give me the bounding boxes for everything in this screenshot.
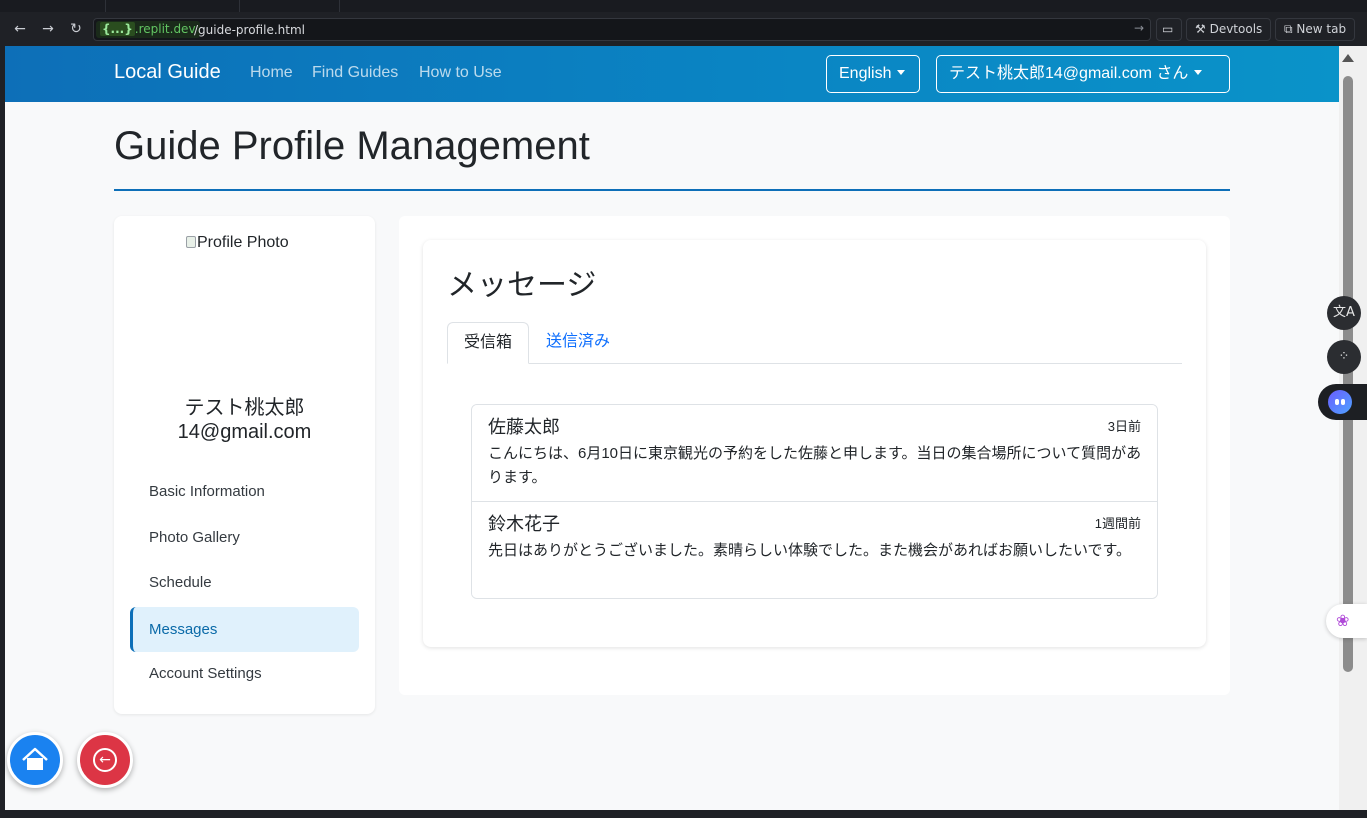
address-bar[interactable]: {...} .replit.dev /guide-profile.html → [93, 18, 1151, 41]
sidebar-item-schedule[interactable]: Schedule [130, 560, 359, 605]
language-dropdown[interactable]: English [826, 55, 920, 93]
broken-image-icon [186, 236, 196, 248]
scrollbar-thumb[interactable] [1343, 76, 1353, 672]
chevron-down-icon [1194, 70, 1203, 75]
navbar: Local Guide Home Find Guides How to Use … [5, 46, 1339, 102]
back-button[interactable]: ← [77, 732, 133, 788]
language-label: English [839, 65, 892, 82]
assistant-widget[interactable] [1318, 384, 1367, 420]
message-time: 1週間前 [1094, 516, 1141, 531]
message-time: 3日前 [1107, 419, 1141, 434]
profile-name-line1: テスト桃太郎 [184, 397, 305, 419]
new-tab-label: New tab [1296, 22, 1347, 36]
address-path: /guide-profile.html [194, 23, 305, 37]
tab-sent[interactable]: 送信済み [530, 322, 626, 364]
assistant-icon [1328, 390, 1352, 414]
address-host: {...} .replit.dev [96, 21, 200, 38]
browser-tab[interactable] [0, 0, 106, 12]
profile-photo-alt: Profile Photo [197, 234, 289, 251]
sidebar-item-account-settings[interactable]: Account Settings [130, 651, 359, 696]
go-arrow-icon[interactable]: → [1134, 21, 1144, 35]
nav-link-how-to-use[interactable]: How to Use [419, 64, 502, 82]
user-dropdown[interactable]: テスト桃太郎14@gmail.com さん [936, 55, 1230, 93]
home-icon [22, 747, 48, 770]
message-body: 先日はありがとうございました。素晴らしい体験でした。また機会があればお願いしたい… [488, 542, 1132, 559]
sidebar-item-photo-gallery[interactable]: Photo Gallery [130, 515, 359, 560]
message-sender: 佐藤太郎 [488, 417, 560, 437]
profile-name: テスト桃太郎 14@gmail.com [114, 396, 375, 444]
profile-photo: Profile Photo [186, 234, 289, 252]
message-list: 佐藤太郎 3日前 こんにちは、6月10日に東京観光の予約をした佐藤と申します。当… [471, 404, 1158, 599]
reload-icon[interactable]: ↻ [67, 20, 85, 38]
sidebar-item-basic-information[interactable]: Basic Information [130, 469, 359, 514]
profile-name-line2: 14@gmail.com [177, 421, 312, 443]
title-divider [114, 189, 1230, 191]
page-scrollbar[interactable] [1339, 46, 1367, 818]
profile-sidebar: Profile Photo テスト桃太郎 14@gmail.com Basic … [114, 216, 375, 714]
messages-title: メッセージ [447, 269, 597, 302]
new-tab-button[interactable]: ⧉ New tab [1275, 18, 1356, 41]
navbar-brand[interactable]: Local Guide [114, 61, 221, 84]
nav-link-home[interactable]: Home [250, 64, 293, 82]
screen-icon[interactable]: ▭ [1156, 18, 1182, 41]
messages-card: メッセージ 受信箱 送信済み 佐藤太郎 3日前 こんにちは、6月10日に東京観光… [423, 240, 1206, 647]
devtools-button[interactable]: ⚒ Devtools [1186, 18, 1272, 41]
page-title: Guide Profile Management [114, 124, 590, 168]
browser-toolbar: ← → ↻ {...} .replit.dev /guide-profile.ht… [0, 12, 1367, 46]
devtools-label: Devtools [1209, 22, 1263, 36]
message-item[interactable]: 鈴木花子 1週間前 先日はありがとうございました。素晴らしい体験でした。また機会… [472, 501, 1157, 598]
home-button[interactable] [7, 732, 63, 788]
message-body: こんにちは、6月10日に東京観光の予約をした佐藤と申します。当日の集合場所につい… [488, 445, 1142, 486]
nav-link-find-guides[interactable]: Find Guides [312, 64, 398, 82]
scroll-up-icon[interactable] [1342, 54, 1354, 62]
browser-tab[interactable] [106, 0, 240, 12]
apps-icon[interactable]: ⁘ [1327, 340, 1361, 374]
main-panel: メッセージ 受信箱 送信済み 佐藤太郎 3日前 こんにちは、6月10日に東京観光… [399, 216, 1230, 695]
browser-tab[interactable] [240, 0, 340, 12]
arrow-left-icon: ← [93, 748, 117, 772]
user-label: テスト桃太郎14@gmail.com さん [949, 65, 1189, 82]
window-bottom-edge [0, 810, 1367, 818]
page-viewport: Local Guide Home Find Guides How to Use … [5, 46, 1339, 810]
tab-inbox[interactable]: 受信箱 [447, 322, 530, 364]
brain-icon[interactable]: ❀ [1326, 604, 1367, 638]
translate-icon[interactable]: 文A [1327, 296, 1361, 330]
forward-nav-icon[interactable]: → [39, 20, 57, 38]
sidebar-item-messages[interactable]: Messages [130, 607, 359, 652]
message-item[interactable]: 佐藤太郎 3日前 こんにちは、6月10日に東京観光の予約をした佐藤と申します。当… [472, 405, 1157, 502]
back-nav-icon[interactable]: ← [11, 20, 29, 38]
chevron-down-icon [897, 70, 906, 75]
message-sender: 鈴木花子 [488, 514, 560, 534]
browser-tab-strip [0, 0, 1367, 12]
